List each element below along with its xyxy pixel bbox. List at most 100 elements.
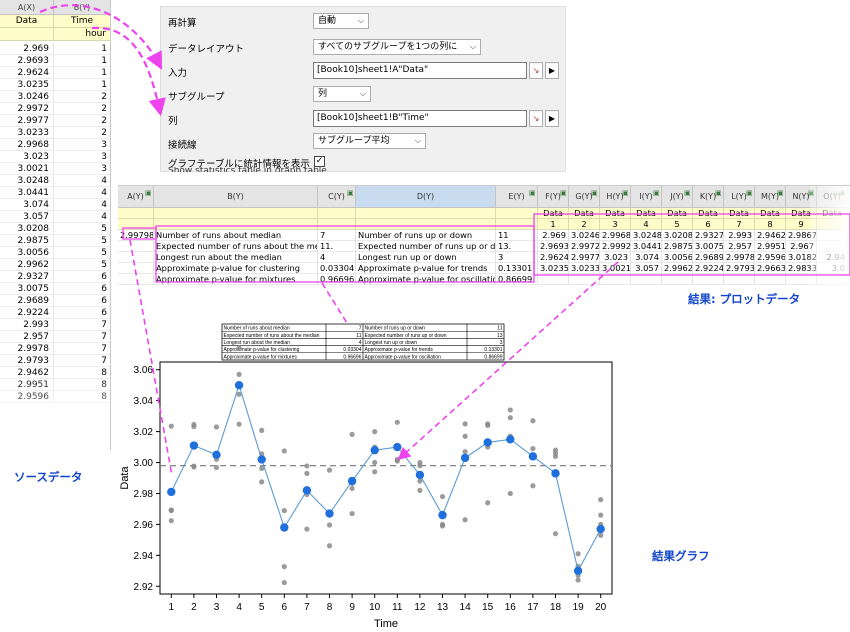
result-cell[interactable]: 2.9624 <box>538 252 569 263</box>
data-cell[interactable]: 3.0075 <box>0 283 54 294</box>
time-cell[interactable]: 3 <box>54 151 110 162</box>
result-cell[interactable]: 13. <box>496 241 538 252</box>
result-cell[interactable]: 3.023 <box>600 252 631 263</box>
result-column-header[interactable]: D(Y) <box>356 186 496 208</box>
raw-data-point[interactable] <box>552 531 559 537</box>
data-cell[interactable]: 2.9327 <box>0 271 54 282</box>
units-b[interactable]: hour <box>54 28 110 41</box>
result-cell[interactable]: Longest run about the median <box>154 252 318 263</box>
data-cell[interactable]: 2.9875 <box>0 235 54 246</box>
result-cell[interactable]: 2.9793 <box>724 263 755 274</box>
result-cell[interactable] <box>356 208 496 219</box>
result-cell[interactable] <box>118 219 154 230</box>
source-row[interactable]: 2.9624 1 <box>0 67 110 79</box>
time-cell[interactable]: 7 <box>54 355 110 366</box>
source-row[interactable]: 2.993 7 <box>0 319 110 331</box>
data-cell[interactable]: 3.074 <box>0 199 54 210</box>
result-cell[interactable]: 2.99798 <box>118 230 154 241</box>
raw-data-point[interactable] <box>372 469 378 475</box>
raw-data-point[interactable] <box>168 507 174 513</box>
result-row[interactable]: Longest run about the median 4 Longest run… <box>118 252 848 263</box>
select-range-icon[interactable]: ↘ <box>529 62 543 79</box>
source-row[interactable]: 3.0235 1 <box>0 79 110 91</box>
raw-data-point[interactable] <box>598 497 604 503</box>
column-range-field[interactable]: [Book10]sheet1!B"Time" <box>313 110 527 127</box>
raw-data-point[interactable] <box>462 449 468 455</box>
source-row[interactable]: 3.0208 5 <box>0 223 110 235</box>
result-cell[interactable]: 8 <box>755 219 786 230</box>
result-cell[interactable] <box>496 208 538 219</box>
result-row[interactable]: Approximate p-value for clustering 0.0330… <box>118 263 848 274</box>
result-cell[interactable] <box>318 219 356 230</box>
source-row[interactable]: 3.0021 3 <box>0 163 110 175</box>
result-row[interactable]: 2.99798 Number of runs about median 7 Numbe… <box>118 230 848 241</box>
data-cell[interactable]: 3.0235 <box>0 79 54 90</box>
data-cell[interactable]: 3.0441 <box>0 187 54 198</box>
source-row[interactable]: 2.9962 5 <box>0 259 110 271</box>
data-cell[interactable]: 2.9689 <box>0 295 54 306</box>
result-cell[interactable]: 3 <box>600 219 631 230</box>
raw-data-point[interactable] <box>259 479 265 485</box>
raw-data-point[interactable] <box>349 431 355 437</box>
time-cell[interactable]: 7 <box>54 319 110 330</box>
raw-data-point[interactable] <box>281 448 287 454</box>
result-cell[interactable] <box>569 274 600 285</box>
result-cell[interactable] <box>356 219 496 230</box>
source-worksheet[interactable]: A(X) B(Y) Data Time hour 2.969 1 2.9693 1 2.… <box>0 0 111 450</box>
subgroup-mean-point[interactable] <box>234 381 244 390</box>
result-cell[interactable]: Data <box>693 208 724 219</box>
result-cell[interactable]: 3 <box>496 252 538 263</box>
data-cell[interactable]: 3.0246 <box>0 91 54 102</box>
result-cell[interactable]: 3.0233 <box>569 263 600 274</box>
subgroup-mean-point[interactable] <box>370 445 379 455</box>
source-row[interactable]: 2.9793 7 <box>0 355 110 367</box>
subgroup-mean-point[interactable] <box>551 469 560 478</box>
data-cell[interactable]: 2.993 <box>0 319 54 330</box>
result-cell[interactable]: Expected number of runs about the median <box>154 241 318 252</box>
result-cell[interactable]: 7 <box>724 219 755 230</box>
long-name-b[interactable]: Time <box>54 15 110 28</box>
result-cell[interactable]: 3.0246 <box>569 230 600 241</box>
result-worksheet[interactable]: A(Y) ▣ B(Y) C(Y) ▣ D(Y) E(Y) ▣ F(Y) ▣ G(Y) ▣ H(Y) ▣ I(… <box>118 185 850 292</box>
subgroup-mean-point[interactable] <box>596 524 605 534</box>
result-cell[interactable] <box>496 219 538 230</box>
raw-data-point[interactable] <box>326 522 333 528</box>
result-cell[interactable]: 11 <box>496 230 538 241</box>
data-cell[interactable]: 3.023 <box>0 151 54 162</box>
raw-data-point[interactable] <box>507 415 513 421</box>
time-cell[interactable]: 2 <box>54 115 110 126</box>
result-cell[interactable]: Data <box>538 208 569 219</box>
source-row[interactable]: 2.9977 2 <box>0 115 110 127</box>
raw-data-point[interactable] <box>168 423 174 429</box>
result-cell[interactable]: Approximate p-value for clustering <box>154 263 318 274</box>
raw-data-point[interactable] <box>530 418 536 424</box>
raw-data-point[interactable] <box>281 564 287 570</box>
raw-data-point[interactable] <box>417 478 423 484</box>
source-row[interactable]: 2.9875 5 <box>0 235 110 247</box>
data-cell[interactable]: 2.9972 <box>0 103 54 114</box>
raw-data-point[interactable] <box>507 490 513 497</box>
raw-data-point[interactable] <box>168 518 174 524</box>
raw-data-point[interactable] <box>575 551 581 557</box>
time-cell[interactable]: 6 <box>54 307 110 318</box>
result-column-header[interactable]: B(Y) <box>154 186 318 208</box>
time-cell[interactable]: 1 <box>54 43 110 54</box>
result-cell[interactable]: 2.9978 <box>724 252 755 263</box>
time-cell[interactable]: 6 <box>54 283 110 294</box>
raw-data-point[interactable] <box>507 407 513 413</box>
result-cell[interactable] <box>755 274 786 285</box>
raw-data-point[interactable] <box>304 463 310 469</box>
raw-data-point[interactable] <box>213 464 220 471</box>
result-cell[interactable] <box>118 208 154 219</box>
result-cell[interactable] <box>631 274 662 285</box>
source-row[interactable]: 2.969 1 <box>0 43 110 55</box>
time-cell[interactable]: 6 <box>54 295 110 306</box>
source-row[interactable]: 3.0233 2 <box>0 127 110 139</box>
result-label-row[interactable]: DataDataDataDataDataDataDataDataDataData <box>118 208 848 219</box>
data-cell[interactable]: 2.9968 <box>0 139 54 150</box>
result-cell[interactable]: 2 <box>569 219 600 230</box>
connect-combo[interactable]: サブグループ平均 ⌵ <box>313 133 426 149</box>
result-cell[interactable] <box>693 274 724 285</box>
long-name-a[interactable]: Data <box>0 15 54 28</box>
source-row[interactable]: 3.023 3 <box>0 151 110 163</box>
